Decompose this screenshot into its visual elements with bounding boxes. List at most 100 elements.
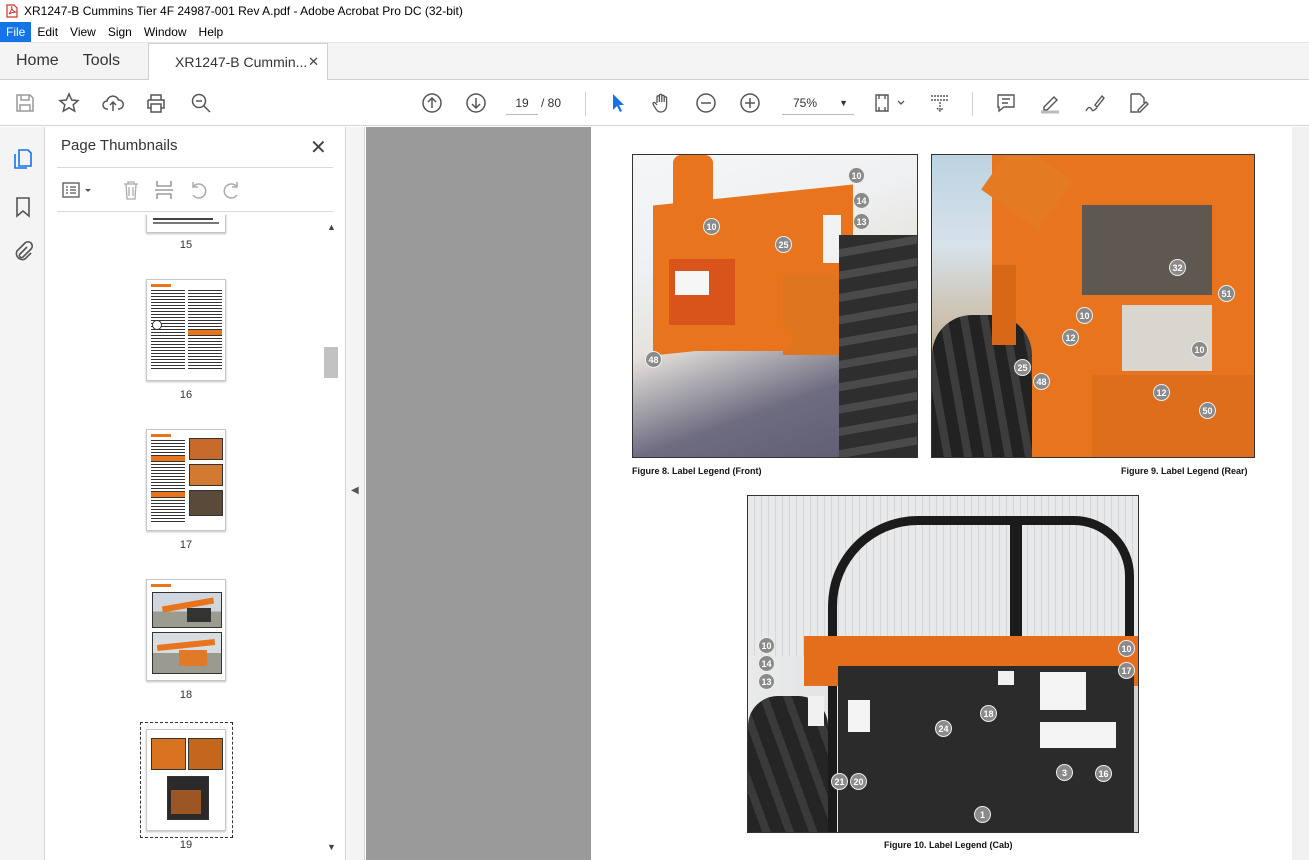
- next-page-icon[interactable]: [464, 91, 488, 115]
- thumbnail-scrollbar[interactable]: ▲ ▼: [324, 220, 338, 860]
- highlight-pen-icon[interactable]: [1038, 91, 1062, 115]
- menu-help[interactable]: Help: [193, 22, 230, 42]
- callout-badge: 14: [758, 655, 775, 672]
- zoom-out-icon[interactable]: [694, 91, 718, 115]
- callout-badge: 10: [1076, 307, 1093, 324]
- thumbnail-label: 19: [179, 839, 193, 851]
- callout-badge: 25: [775, 236, 792, 253]
- callout-badge: 16: [1095, 765, 1112, 782]
- zoom-select[interactable]: 75% ▼: [782, 91, 854, 115]
- toolbar: [0, 80, 1309, 126]
- rotate-cw-icon[interactable]: [221, 179, 243, 201]
- callout-badge: 48: [645, 351, 662, 368]
- bookmark-star-icon[interactable]: [57, 91, 81, 115]
- collapse-arrow-icon[interactable]: ◀: [351, 485, 359, 496]
- page-fit-icon[interactable]: [873, 91, 907, 115]
- menu-bar: File Edit View Sign Window Help: [0, 22, 1309, 43]
- callout-badge: 10: [758, 637, 775, 654]
- title-bar: XR1247-B Cummins Tier 4F 24987-001 Rev A…: [0, 0, 1309, 22]
- callout-badge: 1: [974, 806, 991, 823]
- menu-window[interactable]: Window: [138, 22, 193, 42]
- find-zoom-icon[interactable]: [189, 91, 213, 115]
- callout-badge: 18: [980, 705, 997, 722]
- delete-page-icon[interactable]: [120, 179, 142, 201]
- draw-sign-icon[interactable]: [1082, 91, 1106, 115]
- figure-10-photo: [747, 495, 1139, 833]
- figure-9-caption: Figure 9. Label Legend (Rear): [1121, 466, 1248, 476]
- tab-document[interactable]: XR1247-B Cummin... ✕: [148, 43, 329, 80]
- scrollbar-thumb[interactable]: [324, 347, 338, 378]
- callout-badge: 51: [1218, 285, 1235, 302]
- tab-document-label: XR1247-B Cummin...: [175, 54, 308, 70]
- thumbnail-options-icon[interactable]: [61, 179, 95, 201]
- close-panel-icon[interactable]: ✕: [310, 135, 327, 160]
- comment-icon[interactable]: [994, 91, 1018, 115]
- extract-page-icon[interactable]: [153, 179, 175, 201]
- page-thumbnails-panel: Page Thumbnails ✕ 15 16 17 18 19 ▲ ▼: [45, 127, 345, 860]
- zoom-value: 75%: [793, 96, 818, 110]
- thumbnail-label: 18: [179, 689, 193, 701]
- thumbnail-page-18[interactable]: [146, 579, 226, 681]
- menu-file[interactable]: File: [0, 22, 32, 42]
- callout-badge: 24: [935, 720, 952, 737]
- figure-10-caption: Figure 10. Label Legend (Cab): [884, 840, 1013, 850]
- callout-badge: 12: [1062, 329, 1079, 346]
- tab-bar: Home Tools XR1247-B Cummin... ✕: [0, 43, 1309, 80]
- attachments-icon[interactable]: [11, 240, 35, 264]
- chevron-down-icon: ▼: [839, 98, 848, 108]
- acrobat-pdf-icon: [6, 4, 18, 18]
- pdf-page: 10 14 13 10 25 48 Figure 8. Label Legend…: [591, 127, 1292, 860]
- thumbnail-label: 17: [179, 539, 193, 551]
- scroll-up-icon[interactable]: ▲: [327, 222, 336, 232]
- print-icon[interactable]: [144, 91, 168, 115]
- viewer-scrollbar[interactable]: [1292, 127, 1309, 860]
- edit-pdf-icon[interactable]: [1126, 91, 1150, 115]
- upload-cloud-icon[interactable]: [101, 91, 125, 115]
- menu-sign[interactable]: Sign: [102, 22, 138, 42]
- rotate-ccw-icon[interactable]: [187, 179, 209, 201]
- tab-home[interactable]: Home: [0, 43, 75, 79]
- panel-collapse-bar[interactable]: ◀: [345, 127, 365, 860]
- callout-badge: 10: [1118, 640, 1135, 657]
- figure-8-photo: [632, 154, 918, 458]
- thumbnail-label: 16: [179, 389, 193, 401]
- thumbnail-page-19[interactable]: [146, 729, 226, 831]
- callout-badge: 13: [853, 213, 870, 230]
- callout-badge: 21: [831, 773, 848, 790]
- menu-edit[interactable]: Edit: [31, 22, 64, 42]
- thumbnail-page-16[interactable]: [146, 279, 226, 381]
- scroll-down-icon[interactable]: ▼: [327, 842, 336, 852]
- thumbnail-list: 15 16 17 18 19: [45, 215, 365, 860]
- callout-badge: 50: [1199, 402, 1216, 419]
- zoom-in-icon[interactable]: [738, 91, 762, 115]
- document-viewer[interactable]: 10 14 13 10 25 48 Figure 8. Label Legend…: [366, 127, 1309, 860]
- thumbnail-label: 15: [179, 239, 193, 251]
- callout-badge: 17: [1118, 662, 1135, 679]
- save-icon[interactable]: [13, 91, 37, 115]
- callout-badge: 10: [1191, 341, 1208, 358]
- callout-badge: 14: [853, 192, 870, 209]
- select-cursor-icon[interactable]: [606, 91, 630, 115]
- scroll-mode-icon[interactable]: [928, 91, 952, 115]
- callout-badge: 20: [850, 773, 867, 790]
- close-tab-icon[interactable]: ✕: [308, 54, 319, 70]
- callout-badge: 10: [703, 218, 720, 235]
- page-number-input[interactable]: 19: [506, 91, 538, 115]
- tab-tools[interactable]: Tools: [75, 43, 136, 79]
- page-total: / 80: [541, 96, 562, 110]
- figure-8-caption: Figure 8. Label Legend (Front): [632, 466, 762, 476]
- menu-view[interactable]: View: [64, 22, 102, 42]
- callout-badge: 48: [1033, 373, 1050, 390]
- thumbnail-page-15[interactable]: [146, 215, 226, 233]
- callout-badge: 10: [848, 167, 865, 184]
- window-title: XR1247-B Cummins Tier 4F 24987-001 Rev A…: [24, 4, 463, 18]
- bookmarks-icon[interactable]: [11, 195, 35, 219]
- hand-tool-icon[interactable]: [650, 91, 674, 115]
- callout-badge: 12: [1153, 384, 1170, 401]
- callout-badge: 32: [1169, 259, 1186, 276]
- navigation-rail: [0, 127, 45, 860]
- page-thumbnails-icon[interactable]: [11, 147, 35, 171]
- previous-page-icon[interactable]: [420, 91, 444, 115]
- callout-badge: 25: [1014, 359, 1031, 376]
- thumbnail-page-17[interactable]: [146, 429, 226, 531]
